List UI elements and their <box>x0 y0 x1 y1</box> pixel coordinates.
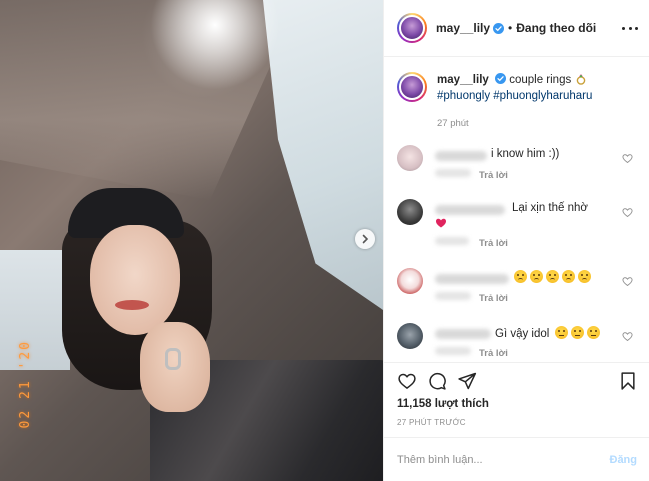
reply-button[interactable]: Trả lời <box>479 348 508 359</box>
post-header: may__lily • Đang theo dõi <box>384 0 649 57</box>
sun-flare <box>150 0 280 90</box>
comment-input[interactable] <box>397 453 610 466</box>
commenter-avatar[interactable] <box>397 268 423 294</box>
reply-button[interactable]: Trả lời <box>479 170 508 181</box>
ring-emoji-icon <box>577 74 586 85</box>
post-photo[interactable]: 02 21 '20 <box>0 0 383 481</box>
comment-item: Lại xịn thế nhờ Trả lời <box>397 199 637 259</box>
heart-icon[interactable] <box>622 207 633 218</box>
following-button[interactable]: Đang theo dõi <box>516 21 596 35</box>
chevron-right-icon <box>362 234 369 244</box>
comment-text: Lại xịn thế nhờ <box>512 202 588 214</box>
caption-timestamp[interactable]: 27 phút <box>437 116 592 132</box>
caption-avatar[interactable] <box>397 72 427 102</box>
header-username[interactable]: may__lily <box>436 21 490 35</box>
action-icons <box>397 371 477 391</box>
commenter-avatar[interactable] <box>397 145 423 171</box>
photo-datestamp: 02 21 '20 <box>18 340 33 429</box>
blurred-line <box>435 237 469 245</box>
post-side-panel: may__lily • Đang theo dõi may__lily coup… <box>383 0 649 481</box>
face <box>90 225 180 335</box>
neutral-face-emoji-icon <box>586 326 600 339</box>
comment-bubble-icon[interactable] <box>427 371 447 391</box>
post-comment-button[interactable]: Đăng <box>610 454 638 466</box>
commenter-name-blurred <box>435 274 509 284</box>
comment-item: i know him :)) Trả lời <box>397 145 637 195</box>
heart-emoji-icon <box>436 218 446 228</box>
bookmark-icon[interactable] <box>618 371 638 391</box>
likes-count[interactable]: 11,158 lượt thích <box>397 398 489 410</box>
comment-text: i know him :)) <box>491 148 560 160</box>
more-options-icon[interactable] <box>622 22 638 34</box>
comment-text-row: Gì vậy idol <box>495 326 603 340</box>
add-comment-bar: Đăng <box>384 437 649 481</box>
commenter-name-blurred <box>435 329 491 339</box>
reply-button[interactable]: Trả lời <box>479 293 508 304</box>
commenter-avatar[interactable] <box>397 323 423 349</box>
comment-item: Trả lời <box>397 268 637 318</box>
sad-face-emoji-icon <box>562 270 575 283</box>
commenter-avatar[interactable] <box>397 199 423 225</box>
blurred-line <box>435 292 471 300</box>
like-heart-icon[interactable] <box>397 371 417 391</box>
verified-badge-icon <box>493 22 505 34</box>
post-actions: 11,158 lượt thích 27 PHÚT TRƯỚC <box>384 362 649 442</box>
comment-item: Gì vậy idol Trả lời <box>397 323 637 360</box>
sad-face-emoji-icon <box>578 270 591 283</box>
next-photo-button[interactable] <box>355 229 375 249</box>
neutral-face-emoji-icon <box>554 326 568 339</box>
commenter-name-blurred <box>435 205 505 215</box>
ring <box>165 348 181 370</box>
sad-face-emoji-icon <box>530 270 543 283</box>
reply-button[interactable]: Trả lời <box>479 238 508 249</box>
caption-text: couple rings <box>509 74 572 86</box>
hashtag-link[interactable]: #phuonglyharuharu <box>493 90 592 102</box>
hashtag-link[interactable]: #phuongly <box>437 90 490 102</box>
caption: may__lily couple rings #phuongly #phuong… <box>397 72 637 132</box>
separator-dot: • <box>508 21 513 35</box>
blurred-line <box>435 347 471 355</box>
post-timestamp[interactable]: 27 PHÚT TRƯỚC <box>397 418 466 427</box>
comments-list[interactable]: may__lily couple rings #phuongly #phuong… <box>384 58 649 360</box>
heart-icon[interactable] <box>622 276 633 287</box>
instagram-post: 02 21 '20 may__lily • Đang theo dõi may_… <box>0 0 649 481</box>
heart-icon[interactable] <box>622 331 633 342</box>
caption-username[interactable]: may__lily <box>437 74 489 86</box>
sad-face-emoji-icon <box>546 270 559 283</box>
share-send-icon[interactable] <box>457 371 477 391</box>
commenter-name-blurred <box>435 151 487 161</box>
comment-emojis <box>514 270 594 284</box>
sad-face-emoji-icon <box>514 270 527 283</box>
lips <box>115 300 149 310</box>
comment-text: Gì vậy idol <box>495 328 550 340</box>
heart-icon[interactable] <box>622 153 633 164</box>
neutral-face-emoji-icon <box>570 326 584 339</box>
avatar[interactable] <box>397 13 427 43</box>
blurred-line <box>435 169 471 177</box>
verified-badge-icon <box>495 73 506 84</box>
